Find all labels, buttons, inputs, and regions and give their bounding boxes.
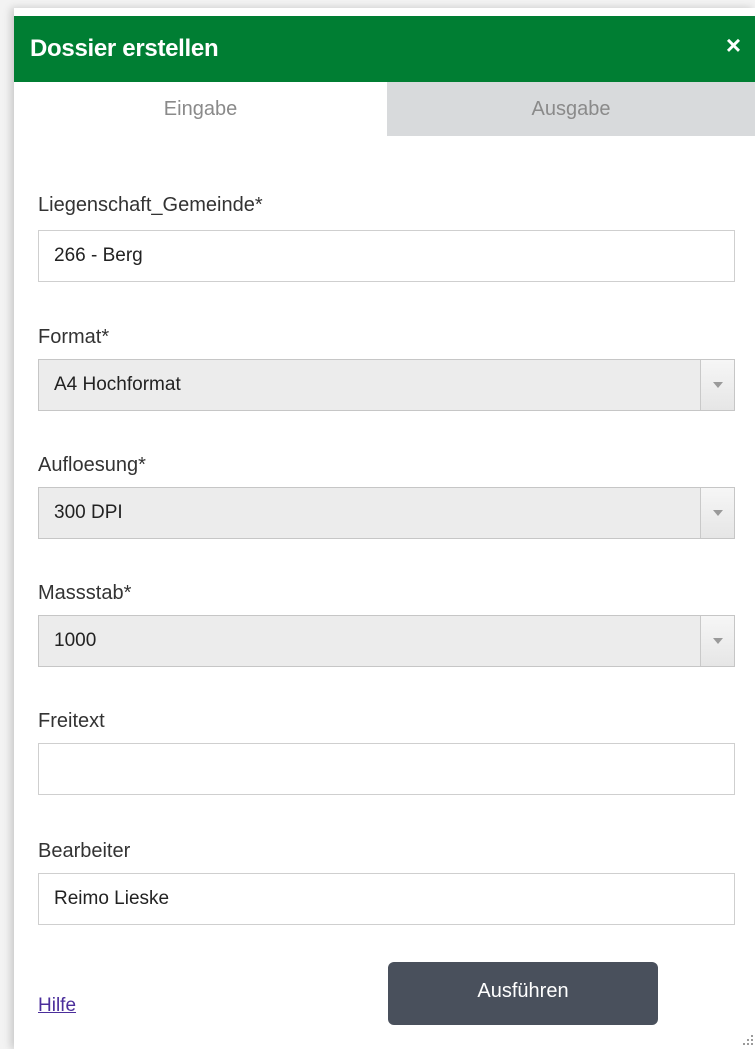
freitext-input[interactable]	[38, 743, 735, 795]
aufloesung-label: Aufloesung*	[38, 454, 146, 476]
help-link[interactable]: Hilfe	[38, 995, 76, 1017]
dossier-dialog: Dossier erstellen × Eingabe Ausgabe Lieg…	[14, 8, 755, 1049]
run-button[interactable]: Ausführen	[388, 962, 658, 1025]
dialog-top-strip	[14, 8, 755, 16]
gemeinde-input[interactable]: 266 - Berg	[38, 230, 735, 282]
massstab-select-value: 1000	[54, 630, 97, 651]
freitext-label: Freitext	[38, 710, 105, 732]
bearbeiter-input[interactable]: Reimo Lieske	[38, 873, 735, 925]
chevron-down-icon[interactable]	[700, 488, 734, 538]
aufloesung-select[interactable]: 300 DPI	[38, 487, 735, 539]
massstab-select[interactable]: 1000	[38, 615, 735, 667]
format-label: Format*	[38, 326, 110, 348]
dialog-title: Dossier erstellen	[30, 35, 219, 62]
massstab-label: Massstab*	[38, 582, 132, 604]
dialog-titlebar[interactable]: Dossier erstellen ×	[14, 16, 755, 82]
tab-bar: Eingabe Ausgabe	[14, 82, 755, 136]
bearbeiter-label: Bearbeiter	[38, 840, 131, 862]
resize-grip-icon[interactable]	[743, 1035, 753, 1045]
chevron-down-icon[interactable]	[700, 360, 734, 410]
close-icon[interactable]: ×	[726, 32, 741, 58]
aufloesung-select-value: 300 DPI	[54, 502, 123, 523]
format-select[interactable]: A4 Hochformat	[38, 359, 735, 411]
chevron-down-icon[interactable]	[700, 616, 734, 666]
tab-ausgabe[interactable]: Ausgabe	[387, 82, 755, 136]
tab-eingabe[interactable]: Eingabe	[14, 82, 387, 136]
format-select-value: A4 Hochformat	[54, 374, 181, 395]
gemeinde-label: Liegenschaft_Gemeinde*	[38, 194, 263, 216]
